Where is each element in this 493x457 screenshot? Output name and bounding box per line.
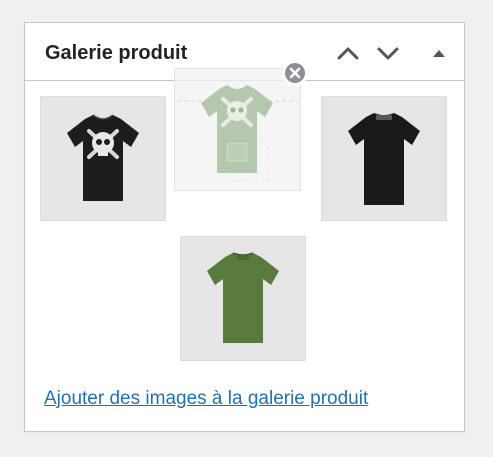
tshirt-image: [322, 97, 446, 220]
tshirt-image: [175, 69, 300, 190]
chevron-down-icon: [377, 47, 399, 60]
gallery-image-3[interactable]: [321, 96, 447, 221]
metabox-title: Galerie produit: [45, 42, 188, 64]
triangle-up-icon: [433, 50, 445, 57]
gallery-image-4[interactable]: [180, 236, 306, 361]
move-up-button[interactable]: [334, 39, 362, 67]
move-down-button[interactable]: [374, 39, 402, 67]
tshirt-image: [41, 97, 165, 220]
add-gallery-images-link[interactable]: Ajouter des images à la galerie produit: [44, 387, 368, 411]
tshirt-image: [181, 237, 305, 360]
chevron-up-icon: [337, 47, 359, 60]
close-circle-icon: [283, 61, 307, 85]
gallery-image-2-dragging[interactable]: [174, 68, 301, 191]
gallery-image-1[interactable]: [40, 96, 166, 221]
product-gallery-metabox: Galerie produit Ajouter des images à la …: [24, 22, 465, 432]
toggle-panel-button[interactable]: [425, 39, 453, 67]
remove-image-button[interactable]: [282, 60, 308, 86]
